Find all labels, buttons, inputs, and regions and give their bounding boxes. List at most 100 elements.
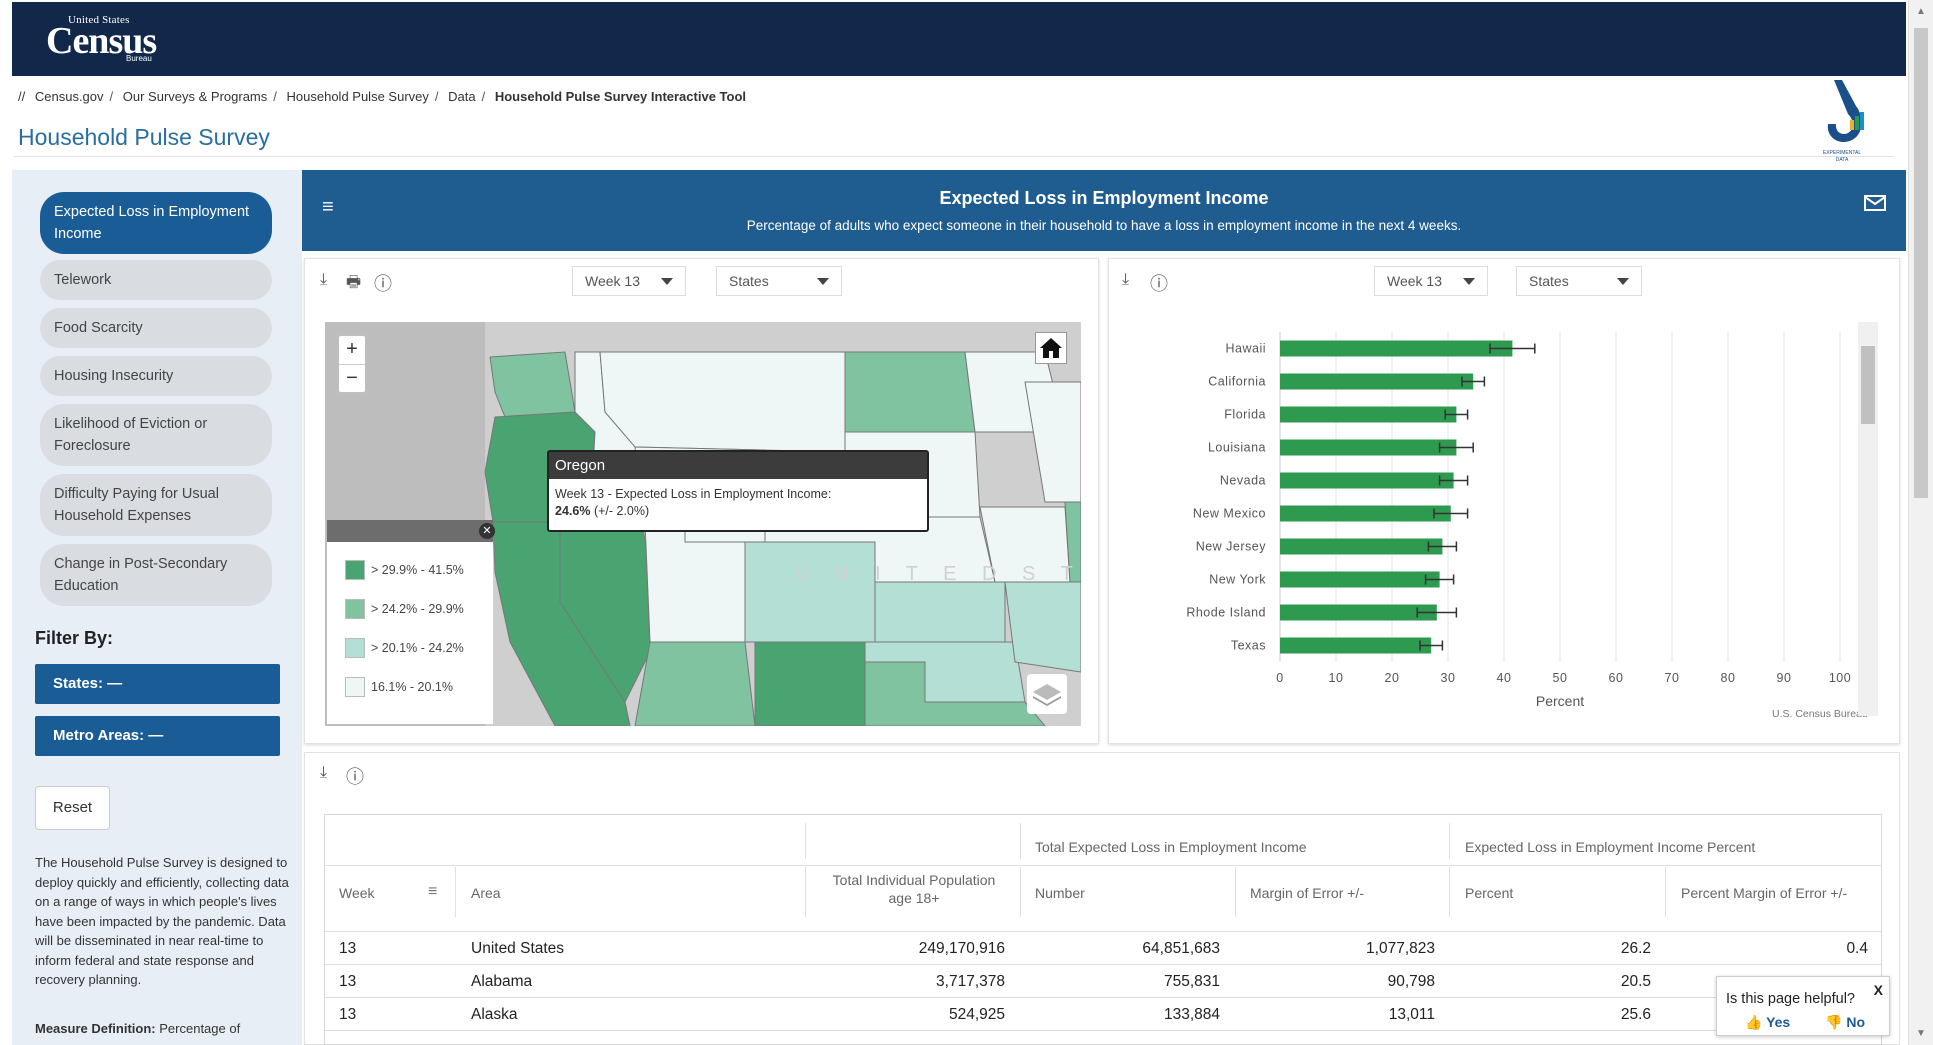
zoom-out-button[interactable]: − [339, 364, 365, 392]
scroll-down-icon[interactable]: ▼ [1916, 1028, 1926, 1039]
divider [455, 867, 456, 917]
home-icon [1040, 338, 1062, 358]
close-icon[interactable]: ✕ [479, 523, 495, 539]
category-label: California [1208, 375, 1266, 389]
choropleth-map[interactable]: U N I T E D S T A T E S + − ✕ > 29.9% - … [325, 322, 1081, 726]
topic-eviction[interactable]: Likelihood of Eviction or Foreclosure [40, 404, 272, 466]
tick-label: 80 [1721, 671, 1736, 685]
topic-household-expenses[interactable]: Difficulty Paying for Usual Household Ex… [40, 474, 272, 536]
tick-label: 50 [1553, 671, 1568, 685]
table-row[interactable] [325, 1030, 1881, 1044]
measure-text: Percentage of [159, 1021, 241, 1036]
breadcrumb-data[interactable]: Data [448, 89, 475, 104]
tooltip-value-line: 24.6% (+/- 2.0%) [549, 501, 927, 518]
category-label: Rhode Island [1186, 606, 1266, 620]
chevron-down-icon [661, 278, 673, 285]
col-header-moe[interactable]: Margin of Error +/- [1250, 885, 1364, 901]
legend-swatch [345, 560, 365, 580]
tick-label: 20 [1385, 671, 1400, 685]
topic-post-secondary[interactable]: Change in Post-Secondary Education [40, 544, 272, 606]
breadcrumb-separator: / [434, 89, 439, 104]
col-header-percent[interactable]: Percent [1465, 885, 1513, 901]
measure-label: Measure Definition: [35, 1021, 156, 1036]
left-sidebar: Expected Loss in Employment Income Telew… [12, 170, 302, 1045]
breadcrumb-surveys[interactable]: Our Surveys & Programs [123, 89, 268, 104]
cell-moe: 90,798 [1387, 973, 1435, 990]
cell-moe: 1,077,823 [1366, 940, 1435, 957]
category-label: Hawaii [1225, 342, 1266, 356]
scrollbar-thumb[interactable] [1914, 28, 1928, 498]
reset-button[interactable]: Reset [35, 786, 110, 830]
download-icon[interactable]: ⤓ [320, 271, 327, 289]
col-header-population[interactable]: Total Individual Population age 18+ [821, 871, 1007, 907]
column-menu-icon[interactable]: ≡ [428, 883, 437, 901]
cell-population: 249,170,916 [918, 940, 1005, 957]
site-header: United States Census Bureau [12, 2, 1906, 76]
col-header-week[interactable]: Week [339, 885, 375, 901]
layers-button[interactable] [1027, 674, 1067, 714]
bar [1280, 538, 1443, 555]
cell-area: United States [471, 940, 565, 957]
zoom-in-button[interactable]: + [339, 336, 365, 364]
feedback-no-button[interactable]: 👎 No [1825, 1014, 1865, 1031]
chart-week-select[interactable]: Week 13 [1374, 266, 1488, 296]
help-icon[interactable]: ⓘ [346, 763, 364, 789]
topic-expected-loss[interactable]: Expected Loss in Employment Income [40, 192, 272, 254]
help-icon[interactable]: ⓘ [374, 270, 392, 296]
svg-text:DATA: DATA [1836, 157, 1849, 163]
col-header-area[interactable]: Area [471, 885, 501, 901]
divider [1020, 867, 1021, 917]
page-scrollbar[interactable]: ▲ ▼ [1908, 0, 1933, 1045]
col-header-number[interactable]: Number [1035, 885, 1085, 901]
breadcrumb-separator: / [481, 89, 486, 104]
cell-population: 3,717,378 [936, 973, 1005, 990]
chart-geo-select[interactable]: States [1516, 266, 1642, 296]
map-geo-select[interactable]: States [716, 266, 842, 296]
col-header-percent-moe[interactable]: Percent Margin of Error +/- [1681, 885, 1847, 901]
map-week-select[interactable]: Week 13 [572, 266, 686, 296]
close-icon[interactable]: X [1874, 982, 1883, 998]
chart-geo-value: States [1529, 273, 1569, 289]
home-button[interactable] [1035, 332, 1067, 364]
feedback-no-label: No [1846, 1014, 1865, 1030]
topic-food-scarcity[interactable]: Food Scarcity [40, 308, 272, 348]
thumbs-down-icon: 👎 [1825, 1014, 1843, 1030]
breadcrumb-pulse[interactable]: Household Pulse Survey [287, 89, 429, 104]
tooltip-value: 24.6% [555, 504, 591, 518]
chart-scrollbar[interactable] [1858, 322, 1878, 716]
cell-week: 13 [339, 973, 357, 990]
cell-area: Alabama [471, 973, 533, 990]
category-label: New Jersey [1196, 540, 1267, 554]
download-icon[interactable]: ⤓ [320, 764, 327, 782]
tooltip-state: Oregon [549, 452, 927, 479]
logo-big-text: Census [46, 20, 157, 62]
divider [1665, 867, 1666, 917]
metro-filter-button[interactable]: Metro Areas: — [35, 716, 280, 756]
scroll-up-icon[interactable]: ▲ [1916, 6, 1926, 17]
map-tooltip: Oregon Week 13 - Expected Loss in Employ… [547, 450, 929, 532]
table-row[interactable]: 13 United States 249,170,916 64,851,683 … [325, 931, 1881, 964]
breadcrumb-current: Household Pulse Survey Interactive Tool [494, 89, 747, 104]
data-table: Total Expected Loss in Employment Income… [324, 814, 1882, 1045]
tick-label: 60 [1609, 671, 1624, 685]
download-icon[interactable]: ⤓ [1122, 271, 1129, 289]
divider [325, 865, 1881, 866]
states-filter-button[interactable]: States: — [35, 664, 280, 704]
legend-label: > 29.9% - 41.5% [371, 563, 464, 577]
table-row[interactable]: 13 Alabama 3,717,378 755,831 90,798 20.5 [325, 964, 1881, 997]
topic-housing-insecurity[interactable]: Housing Insecurity [40, 356, 272, 396]
breadcrumb-prefix: // [18, 89, 26, 104]
breadcrumb-census[interactable]: Census.gov [35, 89, 104, 104]
print-icon[interactable]: 🖶 [346, 271, 361, 298]
table-row[interactable]: 13 Alaska 524,925 133,884 13,011 25.6 [325, 997, 1881, 1030]
legend-swatch [345, 599, 365, 619]
census-logo[interactable]: United States Census Bureau [46, 14, 157, 63]
breadcrumb: // Census.gov / Our Surveys & Programs / H… [18, 89, 752, 104]
feedback-yes-button[interactable]: 👍 Yes [1745, 1014, 1790, 1031]
cell-percent: 20.5 [1620, 973, 1651, 990]
help-icon[interactable]: ⓘ [1150, 270, 1168, 296]
mail-icon[interactable] [1864, 194, 1886, 212]
chart-scrollbar-thumb[interactable] [1861, 346, 1875, 424]
bar [1280, 571, 1440, 588]
topic-telework[interactable]: Telework [40, 260, 272, 300]
